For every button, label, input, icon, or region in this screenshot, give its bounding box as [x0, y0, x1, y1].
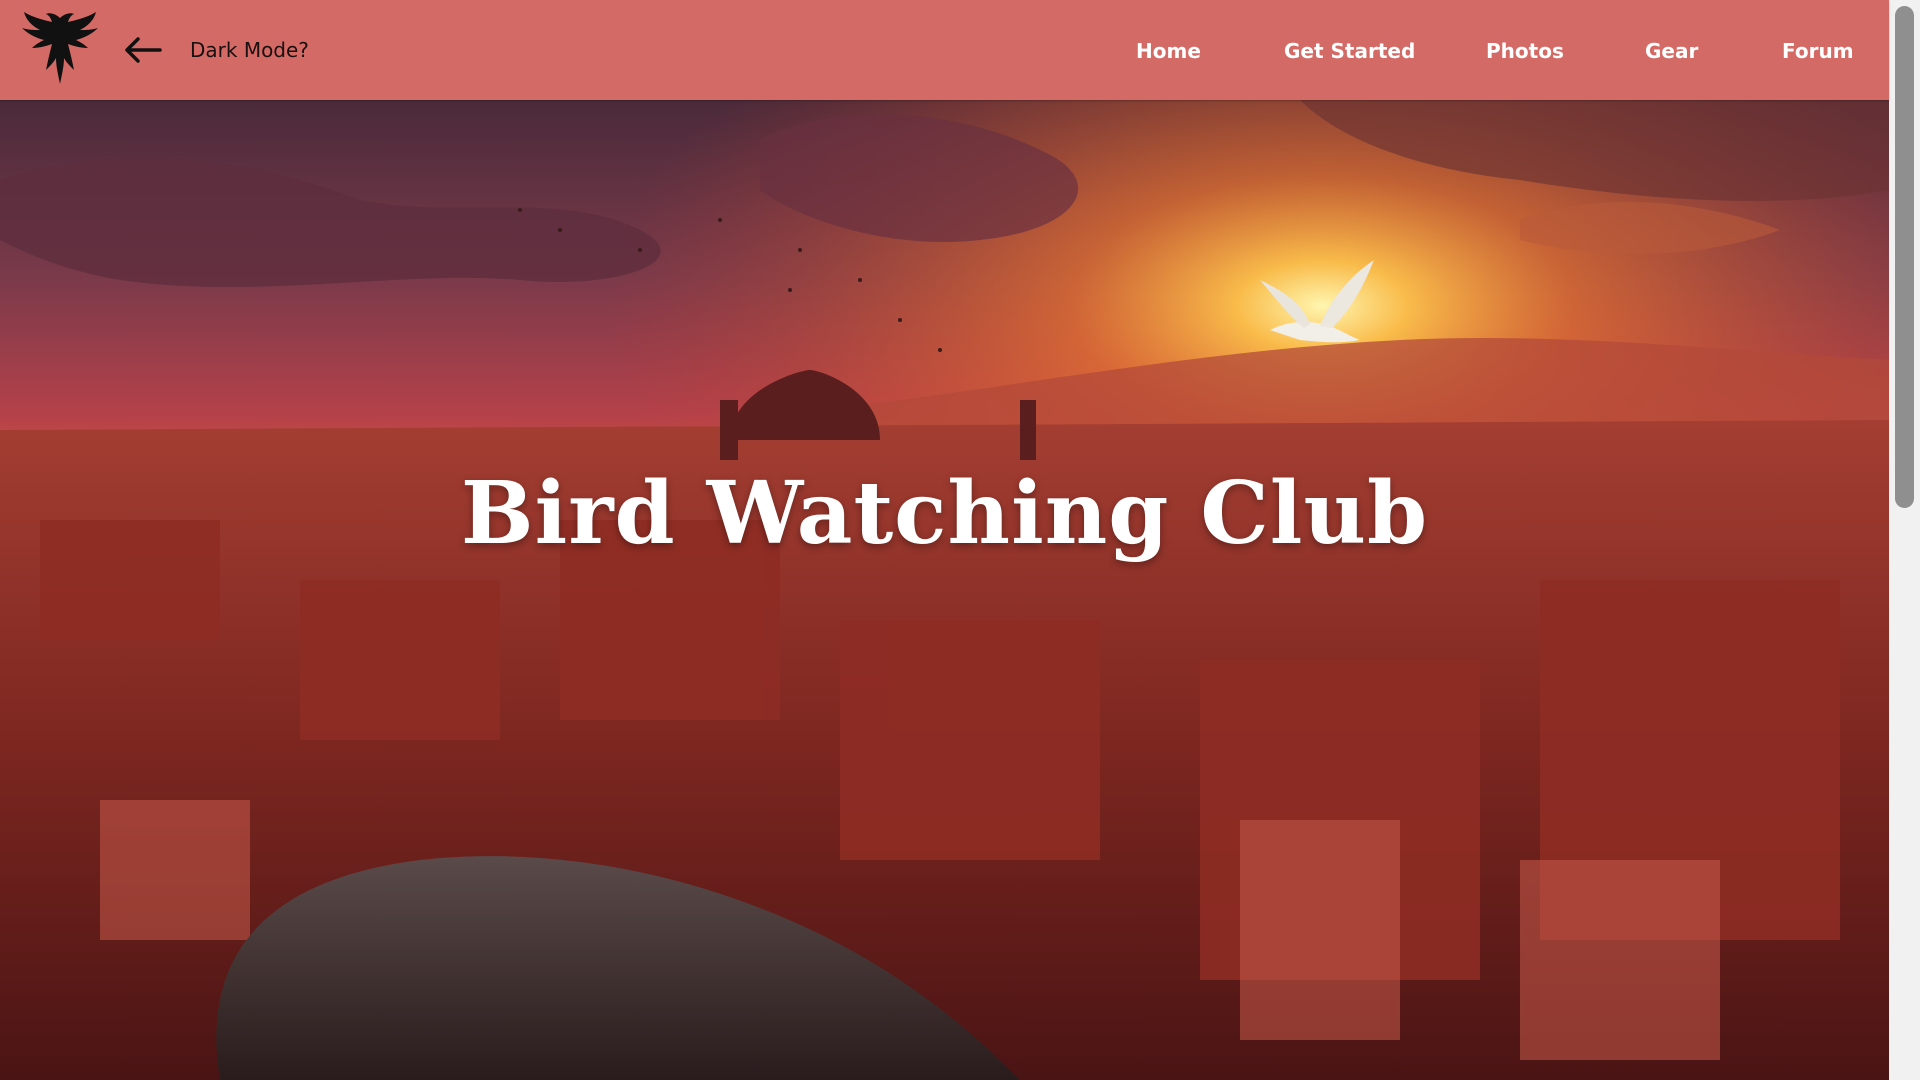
eagle-logo-icon[interactable] [20, 10, 100, 86]
nav-get-started-link[interactable]: Get Started [1284, 39, 1415, 63]
nav-gear-link[interactable]: Gear [1645, 39, 1698, 63]
nav-forum-link[interactable]: Forum [1782, 39, 1854, 63]
top-navbar: Dark Mode? Home Get Started Photos Gear … [0, 0, 1889, 100]
dark-mode-toggle[interactable]: Dark Mode? [190, 38, 309, 62]
arrow-left-icon[interactable] [122, 34, 162, 66]
hero-title: Bird Watching Club [460, 463, 1429, 564]
page-scrollbar-thumb[interactable] [1895, 6, 1914, 508]
hero-background-image [0, 100, 1889, 1080]
hero-section: Bird Watching Club [0, 100, 1889, 1080]
nav-home-link[interactable]: Home [1136, 39, 1201, 63]
nav-photos-link[interactable]: Photos [1486, 39, 1564, 63]
